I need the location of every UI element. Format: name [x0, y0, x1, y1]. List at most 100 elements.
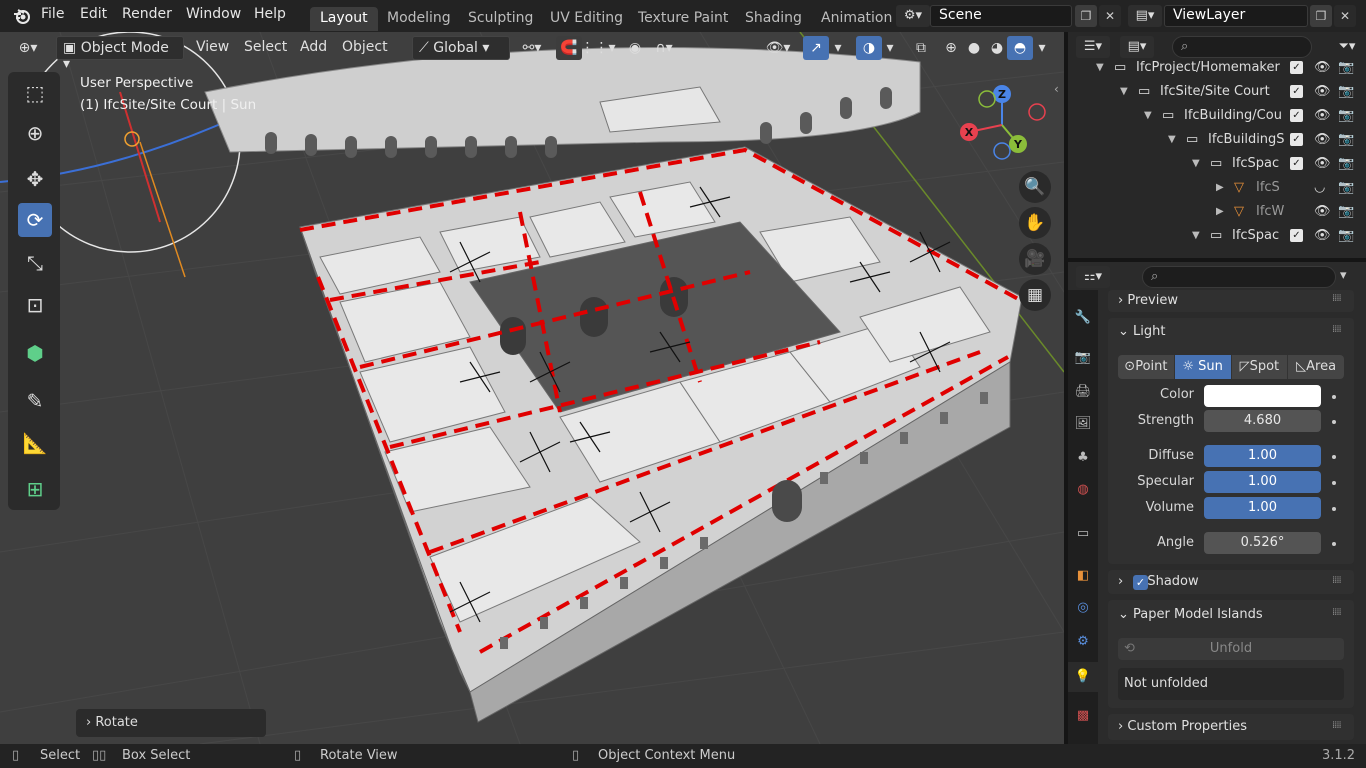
menu-help[interactable]: Help	[254, 6, 286, 22]
properties-editor-type-icon[interactable]: ⚏▾	[1076, 266, 1110, 288]
angle-field[interactable]: 0.526°	[1204, 532, 1321, 554]
eye-icon[interactable]: 👁	[1314, 56, 1331, 80]
strength-field[interactable]: 4.680	[1204, 410, 1321, 432]
delete-scene-icon[interactable]: ✕	[1099, 5, 1121, 27]
output-tab-icon[interactable]: 🖨	[1073, 382, 1093, 402]
menu-file[interactable]: File	[41, 6, 64, 22]
outliner-row[interactable]: ▼ ▭ IfcSite/Site Court ✓ 👁 📷	[1068, 80, 1366, 104]
outliner-row[interactable]: ▼ ▭ IfcBuilding/Cou ✓ 👁 📷	[1068, 104, 1366, 128]
editor-type-icon[interactable]: ⊕▾	[10, 36, 46, 60]
preview-header[interactable]: › Preview	[1118, 293, 1178, 308]
shadow-header[interactable]: › ✓ Shadow	[1118, 574, 1199, 590]
exclude-checkbox[interactable]: ✓	[1290, 157, 1303, 170]
navigation-gizmo[interactable]: Z X Y	[955, 80, 1055, 170]
last-operator-panel[interactable]: › Rotate	[76, 709, 266, 737]
outliner-row[interactable]: ▼ ▭ IfcSpac ✓ 👁 📷	[1068, 152, 1366, 176]
light-type-area[interactable]: ◺Area	[1288, 355, 1344, 379]
scale-tool-icon[interactable]: ⤡	[18, 246, 52, 280]
proportional-falloff-icon[interactable]: ∩▾	[646, 36, 682, 60]
unfold-button[interactable]: ⟲ Unfold	[1118, 638, 1344, 660]
outliner-row[interactable]: ▼ ▭ IfcBuildingS ✓ 👁 📷	[1068, 128, 1366, 152]
eye-icon[interactable]: 👁	[1314, 104, 1331, 128]
workspace-tab-sculpting[interactable]: Sculpting	[458, 7, 543, 31]
drag-handle-icon[interactable]: ⁞⁞⁞⁞	[1332, 324, 1342, 335]
chevron-down-icon[interactable]: ▾	[1340, 268, 1347, 283]
expand-arrow-down-icon[interactable]: ▼	[1096, 56, 1104, 80]
keyframe-dot-icon[interactable]	[1332, 507, 1336, 511]
viewport-menu-select[interactable]: Select	[238, 36, 293, 60]
light-type-spot[interactable]: ◸Spot	[1232, 355, 1289, 379]
camera-render-icon[interactable]: 📷	[1338, 104, 1354, 128]
display-mode-icon[interactable]: ▤▾	[1120, 36, 1154, 58]
gizmo-dropdown-icon[interactable]: ▾	[828, 36, 848, 60]
shading-dropdown-icon[interactable]: ▾	[1032, 36, 1052, 60]
overlays-dropdown-icon[interactable]: ▾	[880, 36, 900, 60]
proportional-edit-icon[interactable]: ◉	[622, 36, 648, 60]
viewlayer-name-field[interactable]: ViewLayer	[1164, 5, 1308, 27]
camera-render-icon[interactable]: 📷	[1338, 128, 1354, 152]
tool-settings-tab-icon[interactable]: 🔧	[1073, 308, 1093, 328]
eye-closed-icon[interactable]: ◡	[1314, 176, 1325, 200]
zoom-icon[interactable]: 🔍	[1019, 171, 1051, 203]
expand-arrow-right-icon[interactable]: ▶	[1216, 200, 1224, 224]
expand-arrow-down-icon[interactable]: ▼	[1120, 80, 1128, 104]
viewport-menu-view[interactable]: View	[190, 36, 235, 60]
xray-toggle-icon[interactable]: ⧉	[908, 36, 934, 60]
camera-render-icon[interactable]: 📷	[1338, 200, 1354, 224]
exclude-checkbox[interactable]: ✓	[1290, 133, 1303, 146]
gizmo-toggle-icon[interactable]: ↗	[803, 36, 829, 60]
measure-tool-icon[interactable]: 📐	[18, 426, 52, 460]
render-tab-icon[interactable]: 📷	[1073, 348, 1093, 368]
properties-search-input[interactable]: ⌕	[1142, 266, 1336, 288]
expand-arrow-down-icon[interactable]: ▼	[1144, 104, 1152, 128]
camera-render-icon[interactable]: 📷	[1338, 80, 1354, 104]
delete-viewlayer-icon[interactable]: ✕	[1334, 5, 1356, 27]
scene-name-field[interactable]: Scene	[930, 5, 1072, 27]
viewlayer-selector-icon[interactable]: ▤▾	[1128, 5, 1162, 27]
drag-handle-icon[interactable]: ⁞⁞⁞⁞	[1332, 720, 1342, 731]
keyframe-dot-icon[interactable]	[1332, 481, 1336, 485]
filter-icon[interactable]: ⏷▾	[1330, 36, 1364, 58]
shadow-checkbox[interactable]: ✓	[1133, 575, 1148, 590]
light-data-tab-icon[interactable]: 💡	[1068, 662, 1098, 692]
drag-handle-icon[interactable]: ⁞⁞⁞⁞	[1332, 607, 1342, 618]
light-header[interactable]: ⌄ Light	[1118, 324, 1165, 339]
diffuse-slider[interactable]: 1.00	[1204, 445, 1321, 467]
new-scene-icon[interactable]: ❐	[1075, 5, 1097, 27]
scene-tab-icon[interactable]: ♣	[1073, 448, 1093, 468]
light-type-point[interactable]: ⊙Point	[1118, 355, 1175, 379]
volume-slider[interactable]: 1.00	[1204, 497, 1321, 519]
eye-icon[interactable]: 👁	[1314, 80, 1331, 104]
exclude-checkbox[interactable]: ✓	[1290, 85, 1303, 98]
menu-window[interactable]: Window	[186, 6, 241, 22]
camera-render-icon[interactable]: 📷	[1338, 152, 1354, 176]
color-swatch[interactable]	[1204, 385, 1321, 407]
annotate-tool-icon[interactable]: ✎	[18, 384, 52, 418]
view-layer-tab-icon[interactable]: 🖼	[1073, 414, 1093, 434]
camera-render-icon[interactable]: 📷	[1338, 224, 1354, 248]
menu-edit[interactable]: Edit	[80, 6, 107, 22]
camera-render-icon[interactable]: 📷	[1338, 56, 1354, 80]
expand-arrow-down-icon[interactable]: ▼	[1192, 152, 1200, 176]
new-viewlayer-icon[interactable]: ❐	[1310, 5, 1332, 27]
world-tab-icon[interactable]: ◍	[1073, 480, 1093, 500]
exclude-checkbox[interactable]: ✓	[1290, 109, 1303, 122]
expand-arrow-right-icon[interactable]: ▶	[1216, 176, 1224, 200]
transform-orientation-dropdown[interactable]: ⟋ Global ▾	[412, 36, 510, 60]
drag-handle-icon[interactable]: ⁞⁞⁞⁞	[1332, 293, 1342, 304]
viewport-menu-add[interactable]: Add	[294, 36, 333, 60]
outliner-editor-type-icon[interactable]: ☰▾	[1076, 36, 1110, 58]
constraints-tab-icon[interactable]: ⚙	[1073, 632, 1093, 652]
snap-target-icon[interactable]: ⋮⋮▾	[580, 36, 616, 60]
workspace-tab-layout[interactable]: Layout	[310, 7, 378, 31]
outliner-search-input[interactable]: ⌕	[1172, 36, 1312, 58]
overlays-toggle-icon[interactable]: ◑	[856, 36, 882, 60]
exclude-checkbox[interactable]: ✓	[1290, 61, 1303, 74]
transform-tool-icon[interactable]: ⊡	[18, 288, 52, 322]
workspace-tab-animation[interactable]: Animation	[811, 7, 902, 31]
pan-hand-icon[interactable]: ✋	[1019, 207, 1051, 239]
expand-arrow-down-icon[interactable]: ▼	[1168, 128, 1176, 152]
collection-tab-icon[interactable]: ▭	[1073, 524, 1093, 544]
outliner-row[interactable]: ▶ ▽ IfcW 👁 📷	[1068, 200, 1366, 224]
specular-slider[interactable]: 1.00	[1204, 471, 1321, 493]
